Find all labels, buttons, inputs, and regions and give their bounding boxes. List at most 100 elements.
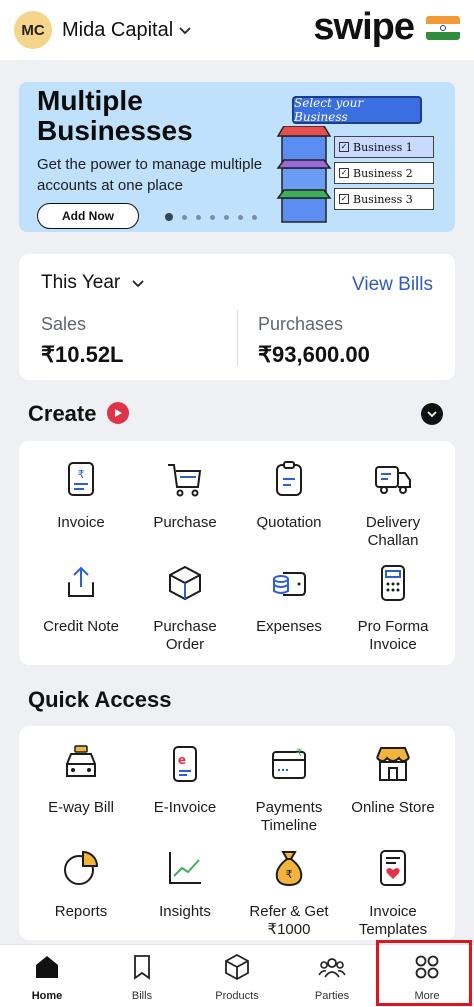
cube-icon (225, 953, 249, 981)
add-now-button[interactable]: Add Now (37, 203, 139, 229)
nav-label: Bills (131, 990, 153, 1002)
payment-card-icon: ₹ (272, 748, 306, 779)
quick-online-store[interactable]: Online Store (341, 744, 445, 817)
chevron-down-icon[interactable] (179, 22, 191, 38)
template-icon (380, 850, 406, 886)
tile-label: Insights (159, 903, 211, 920)
quick-payments-timeline[interactable]: ₹ Payments Timeline (237, 744, 341, 835)
promo-banner[interactable]: Multiple Businesses Get the power to man… (19, 82, 455, 232)
create-credit-note[interactable]: Credit Note (29, 563, 133, 636)
tile-label: Payments Timeline (255, 799, 323, 834)
purchases-label: Purchases (258, 314, 344, 334)
carousel-dot[interactable] (182, 214, 187, 220)
quick-refer[interactable]: ₹ Refer & Get ₹1000 (237, 848, 341, 939)
create-expenses[interactable]: Expenses (237, 563, 341, 636)
select-business-label: Select your Business (292, 96, 422, 124)
nav-label: Parties (314, 990, 350, 1002)
carousel-dot[interactable] (196, 214, 201, 220)
carousel-dot[interactable] (252, 214, 257, 220)
banner-subtitle: Get the power to manage multiple account… (37, 156, 263, 194)
business-illustration: Select your Business ✓ Business 1 ✓ Busine… (274, 92, 454, 230)
carousel-dots (165, 213, 257, 221)
period-selector[interactable]: This Year (41, 272, 144, 294)
tile-label: Invoice (57, 514, 105, 531)
create-purchase[interactable]: Purchase (133, 459, 237, 532)
tile-label: E-way Bill (48, 799, 114, 816)
tile-label: Purchase Order (153, 618, 217, 653)
top-bar: MC Mida Capital swipe (0, 0, 474, 60)
more-highlight-box (376, 940, 472, 1006)
tile-label: Pro Forma Invoice (357, 618, 429, 653)
sales-value: ₹10.52L (41, 342, 124, 367)
carousel-dot[interactable] (210, 214, 215, 220)
nav-label: Home (31, 990, 63, 1002)
nav-label: Products (215, 990, 259, 1002)
stats-card: This Year View Bills Sales ₹10.52L Purch… (19, 254, 455, 380)
invoice-icon: ₹ (68, 462, 94, 496)
money-bag-icon: ₹ (275, 851, 303, 887)
play-icon[interactable] (107, 402, 129, 424)
nav-bills[interactable]: Bills (95, 953, 189, 1002)
carousel-dot[interactable] (165, 213, 173, 221)
tile-label: Invoice Templates (358, 903, 428, 938)
wallet-icon (273, 572, 306, 596)
store-icon (376, 747, 410, 781)
upload-icon (68, 566, 94, 597)
quick-eway-bill[interactable]: E-way Bill (29, 744, 133, 817)
pie-chart-icon (64, 850, 99, 885)
view-bills-link[interactable]: View Bills (352, 274, 433, 296)
line-chart-icon (169, 852, 201, 884)
tile-label: Refer & Get ₹1000 (249, 903, 329, 938)
clipboard-icon (276, 461, 302, 496)
business-option: ✓ Business 3 (334, 188, 434, 210)
create-grid: ₹ Invoice Purchase Quotation Delivery Ch… (19, 441, 455, 665)
quick-access-grid: E-way Bill e E-Invoice ₹ Payments Timeli… (19, 726, 455, 940)
carousel-dot[interactable] (238, 214, 243, 220)
sales-label: Sales (41, 314, 87, 334)
nav-home[interactable]: Home (0, 953, 94, 1002)
create-quotation[interactable]: Quotation (237, 459, 341, 532)
svg-text:₹: ₹ (296, 748, 302, 759)
india-flag-icon (426, 16, 460, 40)
quick-reports[interactable]: Reports (29, 848, 133, 921)
create-invoice[interactable]: ₹ Invoice (29, 459, 133, 532)
car-icon (66, 745, 96, 777)
chevron-down-icon (131, 280, 144, 288)
nav-parties[interactable]: Parties (285, 953, 379, 1002)
create-pro-forma-invoice[interactable]: Pro Forma Invoice (341, 563, 445, 654)
tile-label: E-Invoice (153, 799, 217, 816)
box-icon (169, 565, 201, 601)
divider (237, 310, 238, 366)
quick-insights[interactable]: Insights (133, 848, 237, 921)
tile-label: Delivery Challan (365, 514, 421, 549)
avatar[interactable]: MC (14, 11, 52, 49)
home-icon (36, 956, 58, 978)
create-delivery-challan[interactable]: Delivery Challan (341, 459, 445, 550)
cart-icon (168, 464, 202, 497)
svg-text:₹: ₹ (78, 468, 85, 481)
truck-icon (375, 466, 411, 494)
brand-logo: swipe (313, 6, 415, 48)
period-label: This Year (41, 272, 121, 293)
business-option: ✓ Business 2 (334, 162, 434, 184)
nav-products[interactable]: Products (190, 953, 284, 1002)
e-invoice-icon: e (173, 746, 197, 782)
business-option: ✓ Business 1 (334, 136, 434, 158)
calculator-icon (381, 565, 405, 601)
collapse-chevron-icon[interactable] (421, 403, 443, 425)
carousel-dot[interactable] (224, 214, 229, 220)
quick-invoice-templates[interactable]: Invoice Templates (341, 848, 445, 939)
users-icon (318, 958, 346, 978)
tile-label: Reports (54, 903, 108, 920)
create-title: Create (28, 401, 97, 426)
purchases-value: ₹93,600.00 (258, 342, 370, 367)
create-purchase-order[interactable]: Purchase Order (133, 563, 237, 654)
company-name[interactable]: Mida Capital (62, 19, 173, 42)
tile-label: Purchase (153, 514, 217, 531)
quick-e-invoice[interactable]: e E-Invoice (133, 744, 237, 817)
tile-label: Expenses (256, 618, 322, 635)
quick-access-title: Quick Access (28, 687, 172, 712)
bookmark-icon (134, 955, 150, 980)
tile-label: Quotation (256, 514, 322, 531)
tile-label: Online Store (351, 799, 435, 816)
